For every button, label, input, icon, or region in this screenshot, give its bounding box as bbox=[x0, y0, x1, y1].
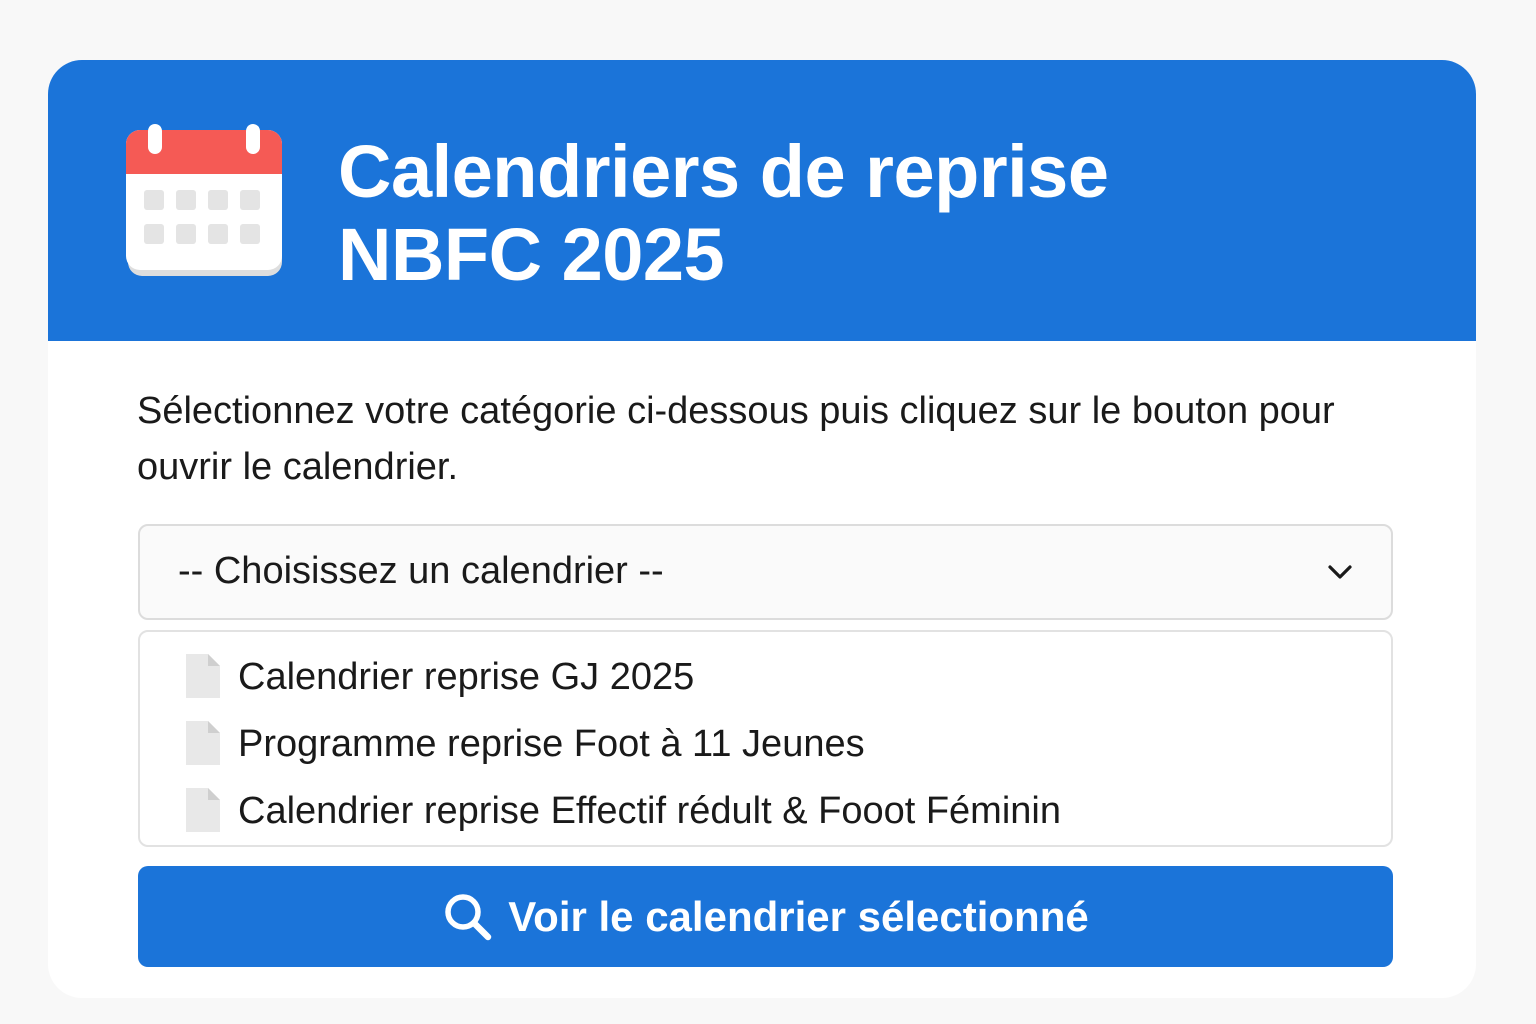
intro-text: Sélectionnez votre catégorie ci-dessous … bbox=[137, 390, 1335, 488]
option-label: Programme reprise Foot à 11 Jeunes bbox=[238, 723, 865, 765]
option-label: Calendrier reprise Effectif rédult & Foo… bbox=[238, 790, 1061, 832]
search-icon bbox=[445, 893, 492, 940]
calendar-card: Calendriers de reprise NBFC 2025 Sélecti… bbox=[48, 60, 1476, 998]
document-icon bbox=[186, 788, 220, 832]
calendar-select[interactable]: -- Choisissez un calendrier -- bbox=[138, 524, 1393, 620]
calendar-icon bbox=[126, 124, 282, 276]
select-value: -- Choisissez un calendrier -- bbox=[178, 550, 664, 592]
button-label: Voir le calendrier sélectionné bbox=[508, 892, 1089, 940]
title-line-2: NBFC 2025 bbox=[338, 213, 725, 296]
chevron-down-icon bbox=[1328, 565, 1352, 579]
document-icon bbox=[186, 721, 220, 765]
view-calendar-button[interactable]: Voir le calendrier sélectionné bbox=[138, 866, 1393, 967]
list-item[interactable]: Calendrier reprise Effectif rédult & Foo… bbox=[140, 778, 1391, 838]
document-icon bbox=[186, 654, 220, 698]
page-title: Calendriers de reprise NBFC 2025 bbox=[338, 130, 1338, 296]
options-list: Calendrier reprise GJ 2025 Programme rep… bbox=[138, 630, 1393, 847]
list-item[interactable]: Programme reprise Foot à 11 Jeunes bbox=[140, 711, 1391, 771]
list-item[interactable]: Calendrier reprise GJ 2025 bbox=[140, 644, 1391, 704]
option-label: Calendrier reprise GJ 2025 bbox=[238, 656, 695, 698]
card-header: Calendriers de reprise NBFC 2025 bbox=[48, 60, 1476, 341]
title-line-1: Calendriers de reprise bbox=[338, 130, 1109, 213]
